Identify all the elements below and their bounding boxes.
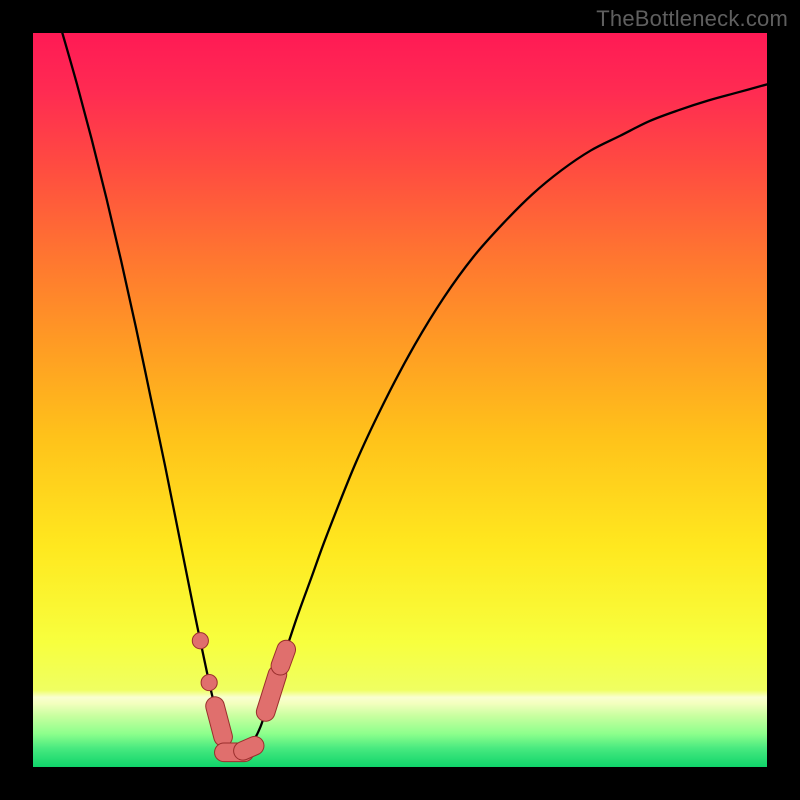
watermark: TheBottleneck.com bbox=[596, 6, 788, 32]
chart-root: TheBottleneck.com bbox=[0, 0, 800, 800]
data-markers bbox=[33, 33, 767, 767]
plot-area bbox=[33, 33, 767, 767]
